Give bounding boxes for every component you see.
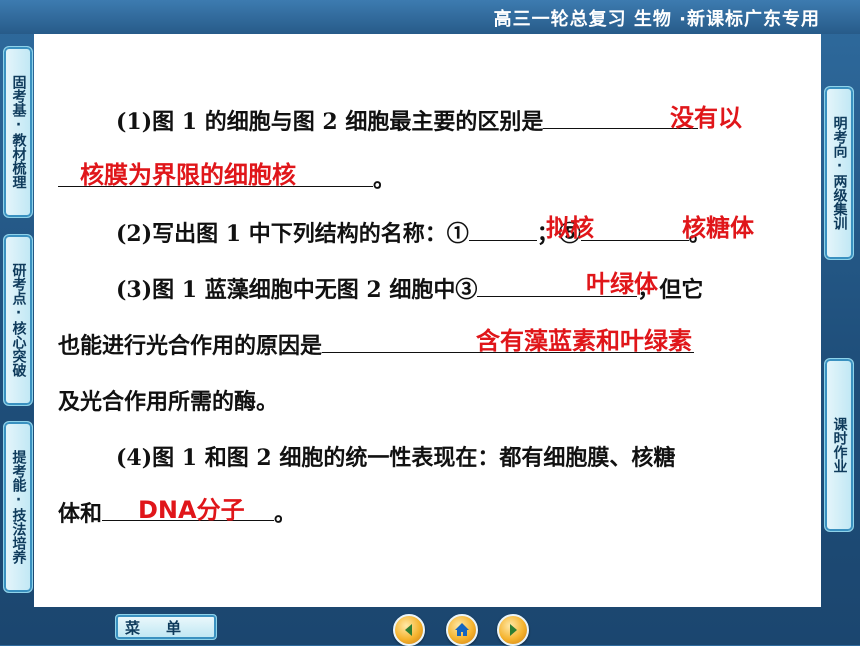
tab-two-level-training[interactable]: 明考向·两级集训 [824,86,854,260]
tab-textbook-review[interactable]: 固考基·教材梳理 [3,46,33,218]
question-1-line-1: (1)图 1 的细胞与图 2 细胞最主要的区别是 [116,104,699,136]
question-4-line-1: (4)图 1 和图 2 细胞的统一性表现在：都有细胞膜、核糖 [116,445,676,471]
slide-content: (1)图 1 的细胞与图 2 细胞最主要的区别是 没有以 。 核膜为界限的细胞核… [34,34,821,607]
tab-core-breakthrough[interactable]: 研考点·核心突破 [3,234,33,406]
answer-blank [468,218,537,241]
home-button[interactable] [446,614,478,646]
top-header-bar: 高三一轮总复习 生物 ·新课标广东专用 [0,0,860,34]
answer-q1-part-a: 没有以 [670,104,742,132]
answer-q2-1: 拟核 [546,214,594,242]
tab-skill-training[interactable]: 提考能·技法培养 [3,421,33,593]
question-3-line-3: 及光合作用所需的酶。 [58,389,279,415]
answer-q2-5: 核糖体 [682,214,754,242]
question-2-line: (2)写出图 1 中下列结构的名称：① ；⑤。 [116,216,711,248]
next-button[interactable] [497,614,529,646]
arrow-right-icon [510,624,517,636]
menu-button[interactable]: 菜单 [115,614,217,640]
previous-button[interactable] [393,614,425,646]
answer-q1-part-b: 核膜为界限的细胞核 [80,161,296,189]
home-icon [455,623,469,636]
arrow-left-icon [405,624,412,636]
answer-blank [580,218,689,241]
answer-q3-1: 叶绿体 [586,270,658,298]
answer-q4: DNA分子 [138,496,245,524]
course-title: 高三一轮总复习 生物 ·新课标广东专用 [493,9,820,30]
answer-q3-2: 含有藻蓝素和叶绿素 [476,327,692,355]
tab-homework[interactable]: 课时作业 [824,358,854,532]
